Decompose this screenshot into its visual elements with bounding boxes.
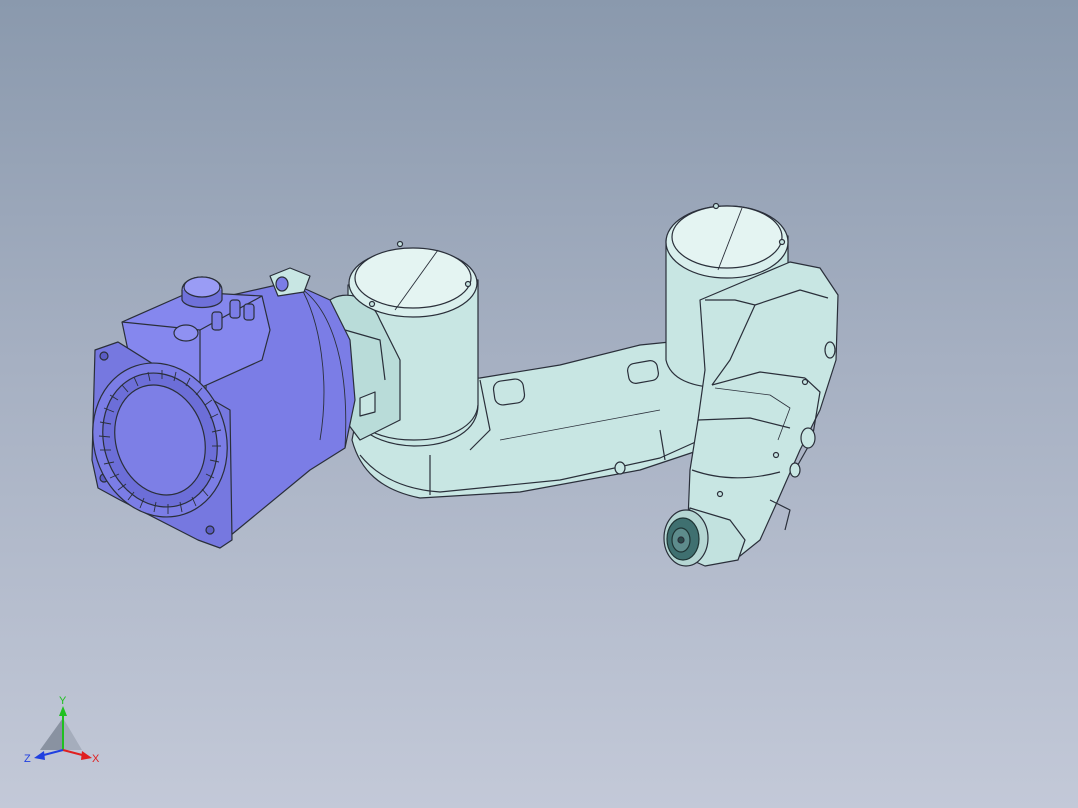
graphics-viewport[interactable]: Y X Z (0, 0, 1078, 808)
forearm-housing (687, 261, 839, 557)
triad-z-label: Z (24, 753, 31, 765)
xyz-triad-icon (34, 706, 92, 760)
triad-x-label: X (92, 753, 100, 765)
robot-arm-model[interactable] (0, 0, 1078, 808)
triad-y-label: Y (59, 695, 67, 707)
view-triad[interactable]: Y X Z (22, 692, 106, 772)
